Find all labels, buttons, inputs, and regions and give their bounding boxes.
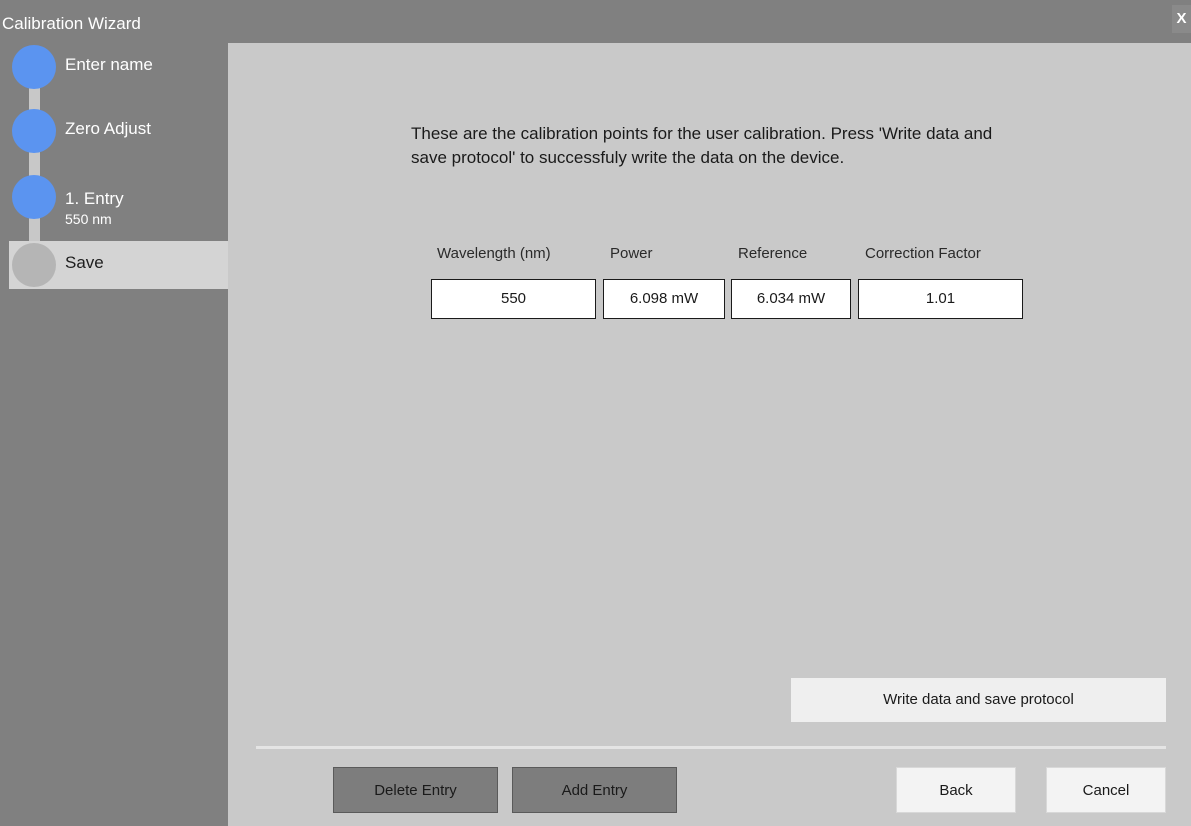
step-entry-1: 1. Entry 550 nm <box>9 173 228 227</box>
step-zero-adjust: Zero Adjust <box>9 107 228 155</box>
step-indicator-icon <box>12 109 56 153</box>
step-indicator-icon <box>12 45 56 89</box>
column-header-correction-factor: Correction Factor <box>865 245 981 262</box>
title-bar: Calibration Wizard X <box>0 0 1191 43</box>
step-label: Zero Adjust <box>65 119 151 138</box>
column-header-power: Power <box>610 245 653 262</box>
wizard-steps-sidebar: Enter name Zero Adjust 1. Entry 550 nm S… <box>0 43 228 826</box>
window-title: Calibration Wizard <box>2 14 141 33</box>
cell-reference: 6.034 mW <box>731 279 851 319</box>
step-label: Enter name <box>65 55 153 74</box>
write-data-save-protocol-button[interactable]: Write data and save protocol <box>791 678 1166 722</box>
step-label: Save <box>65 253 104 272</box>
column-header-reference: Reference <box>738 245 808 262</box>
step-save: Save <box>9 241 228 289</box>
step-enter-name: Enter name <box>9 43 228 91</box>
close-button[interactable]: X <box>1172 5 1191 33</box>
step-indicator-icon <box>12 175 56 219</box>
cell-correction-factor: 1.01 <box>858 279 1023 319</box>
add-entry-button[interactable]: Add Entry <box>512 767 677 813</box>
cancel-button[interactable]: Cancel <box>1046 767 1166 813</box>
cell-wavelength: 550 <box>431 279 596 319</box>
step-sublabel: 550 nm <box>65 211 112 227</box>
instructions-text: These are the calibration points for the… <box>411 124 993 167</box>
cell-power: 6.098 mW <box>603 279 725 319</box>
column-header-wavelength: Wavelength (nm) <box>437 245 551 262</box>
footer-divider <box>256 746 1166 749</box>
delete-entry-button[interactable]: Delete Entry <box>333 767 498 813</box>
step-indicator-icon <box>12 243 56 287</box>
step-label: 1. Entry <box>65 189 124 208</box>
main-content: These are the calibration points for the… <box>228 43 1191 826</box>
back-button[interactable]: Back <box>896 767 1016 813</box>
